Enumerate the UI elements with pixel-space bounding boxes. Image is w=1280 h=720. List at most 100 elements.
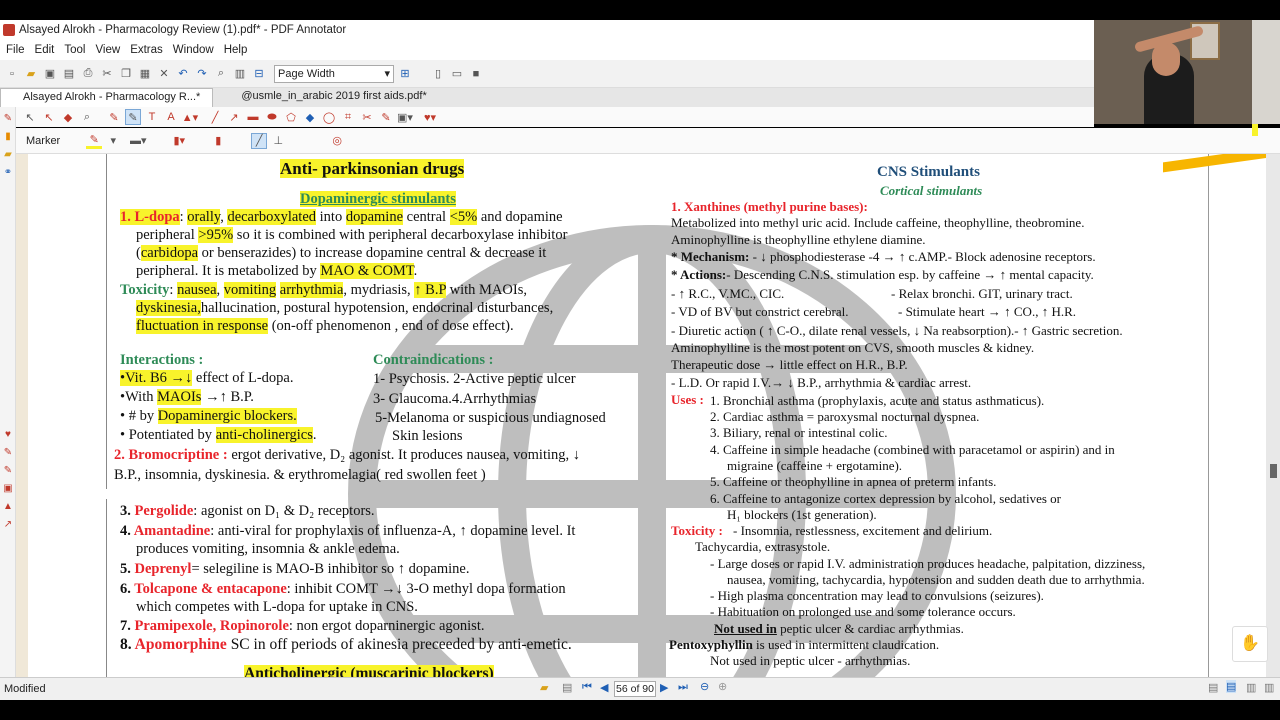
favorite-icon[interactable]: ♥▾ — [422, 109, 438, 125]
use-3: 3. Biliary, renal or intestinal colic. — [710, 425, 888, 440]
document-tabs: Alsayed Alrokh - Pharmacology R...* @usm… — [0, 88, 1094, 107]
prev-page-icon[interactable]: ◀ — [600, 681, 608, 694]
arrow-icon[interactable]: ↗ — [226, 109, 242, 125]
zoom-select[interactable]: Page Width ▾ — [274, 64, 394, 83]
undo-icon[interactable]: ↶ — [175, 66, 191, 82]
floating-hand-button[interactable]: ✋ — [1232, 626, 1268, 662]
save-all-icon[interactable]: ▤ — [61, 66, 77, 82]
use-6b: H₁ blockers (1st generation). — [727, 507, 877, 522]
tab-label: @usmle_in_arabic 2019 first aids.pdf* — [241, 90, 427, 102]
last-page-icon[interactable]: ⏭ — [678, 681, 688, 694]
save-icon[interactable]: ▣ — [42, 66, 58, 82]
page-indicator[interactable]: 56 of 90 — [614, 681, 656, 697]
tab-pharmacology[interactable]: Alsayed Alrokh - Pharmacology R...* — [0, 88, 214, 107]
cut-icon[interactable]: ✂ — [99, 66, 115, 82]
menu-edit[interactable]: Edit — [35, 44, 55, 56]
straight-line-icon[interactable]: ╱ — [251, 132, 268, 149]
menu-extras[interactable]: Extras — [130, 44, 163, 56]
toxicity-line-1: Toxicity: nausea, vomiting arrhythmia, m… — [120, 282, 527, 298]
single-page-icon[interactable]: ▯ — [430, 66, 446, 82]
stamp-icon[interactable]: ▥ — [232, 66, 248, 82]
menu-view[interactable]: View — [95, 44, 120, 56]
bookmark-icon[interactable]: ▮ — [2, 131, 14, 143]
actions-bronchi: - Relax bronchi. GIT, urinary tract. — [891, 286, 1073, 301]
scroll-thumb[interactable] — [1270, 464, 1277, 478]
color-swatch-icon[interactable]: ▮▾ — [171, 133, 187, 149]
picture-icon[interactable]: ▣▾ — [397, 109, 413, 125]
redo-icon[interactable]: ↷ — [194, 66, 210, 82]
pramipexole-line: 7. Pramipexole, Ropinorole: non ergot do… — [120, 618, 485, 634]
status-bar: Modified ▰ ▤ ⏮ ◀ 56 of 90 ▶ ⏭ ⊖ ⊕ ▤ ▤ ▥ … — [0, 677, 1280, 700]
eraser-icon[interactable]: ◆ — [60, 109, 76, 125]
vertical-scrollbar[interactable] — [1266, 154, 1280, 677]
pen-tool-icon[interactable]: ✎ — [106, 109, 122, 125]
snip-icon[interactable]: ✂ — [359, 109, 375, 125]
tab-first-aids[interactable]: @usmle_in_arabic 2019 first aids.pdf* — [213, 88, 438, 107]
eraser-mode-icon[interactable]: ▮ — [210, 133, 226, 149]
binoculars-icon[interactable]: ⌕ — [213, 66, 229, 82]
pointer-icon[interactable]: ↗ — [2, 519, 14, 531]
back-icon[interactable]: ⊖ — [700, 680, 709, 693]
aminophylline-line: Aminophylline is the most potent on CVS,… — [671, 340, 1035, 355]
ldopa-line-4: peripheral. It is metabolized by MAO & C… — [136, 263, 418, 279]
lasso-icon[interactable]: ◯ — [321, 109, 337, 125]
ellipse-icon[interactable]: ⬬ — [264, 109, 280, 125]
deprenyl-line: 5. Deprenyl= selegiline is MAO-B inhibit… — [120, 561, 470, 577]
folder-icon[interactable]: ▰ — [2, 149, 14, 161]
stamp-dropdown-icon[interactable]: ▲▾ — [182, 109, 198, 125]
polygon-icon[interactable]: ⬠ — [283, 109, 299, 125]
next-page-icon[interactable]: ▶ — [660, 681, 668, 694]
zoom-out-icon[interactable]: ⊟ — [251, 66, 267, 82]
window-title: Alsayed Alrokh - Pharmacology Review (1)… — [19, 24, 347, 36]
stamp-tool-icon[interactable]: ▲ — [2, 501, 14, 513]
fullscreen-icon[interactable]: ■ — [468, 66, 484, 82]
snap-icon[interactable]: ⊥ — [270, 133, 286, 149]
chevron-down-icon[interactable]: ▾ — [105, 133, 121, 149]
view-single-icon[interactable]: ▤ — [1208, 681, 1218, 694]
toxicity-5: - Habituation on prolonged use and some … — [710, 604, 1016, 619]
zoom-icon[interactable]: ⌕ — [79, 109, 95, 125]
crop-icon[interactable]: ⌗ — [340, 109, 356, 125]
new-icon[interactable]: ▫ — [4, 66, 20, 82]
print-icon[interactable]: ⎙ — [80, 66, 96, 82]
close-doc-icon[interactable]: ✕ — [156, 66, 172, 82]
text-box-icon[interactable]: T — [144, 109, 160, 125]
menu-file[interactable]: File — [6, 44, 25, 56]
marker-tool-icon[interactable]: ✎ — [125, 109, 141, 125]
first-page-icon[interactable]: ⏮ — [582, 681, 592, 694]
forward-icon[interactable]: ⊕ — [718, 680, 727, 693]
nav-icon[interactable]: ▤ — [562, 681, 572, 694]
actions-diuretic: - Diuretic action ( ↑ C-O., dilate renal… — [671, 323, 1123, 338]
color-picker-icon[interactable]: ✎ — [86, 133, 103, 149]
line-width-icon[interactable]: ▬▾ — [130, 133, 147, 149]
zoom-in-icon[interactable]: ⊞ — [397, 66, 413, 82]
type-icon[interactable]: A — [163, 109, 179, 125]
page-width-icon[interactable]: ▭ — [449, 66, 465, 82]
menu-tool[interactable]: Tool — [64, 44, 85, 56]
copy-icon[interactable]: ❐ — [118, 66, 134, 82]
heart-icon[interactable]: ♥ — [2, 429, 14, 441]
rectangle-icon[interactable]: ▬ — [245, 109, 261, 125]
marker-icon[interactable]: ✎ — [2, 465, 14, 477]
xanthines-line-2: Aminophylline is theophylline ethylene d… — [671, 232, 926, 247]
link-icon[interactable]: ⚭ — [2, 167, 14, 179]
view-book-icon[interactable]: ▥ — [1264, 681, 1274, 694]
menu-window[interactable]: Window — [173, 44, 214, 56]
paste-icon[interactable]: ▦ — [137, 66, 153, 82]
tolcapone-line-1: 6. Tolcapone & entacapone: inhibit COMT … — [120, 581, 566, 597]
cursor-icon[interactable]: ↖ — [22, 109, 38, 125]
view-two-page-icon[interactable]: ▥ — [1246, 681, 1256, 694]
draw-icon[interactable]: ✎ — [378, 109, 394, 125]
open-icon[interactable]: ▰ — [23, 66, 39, 82]
pen-icon[interactable]: ✎ — [2, 113, 14, 125]
image-icon[interactable]: ▣ — [2, 483, 14, 495]
line-icon[interactable]: ╱ — [207, 109, 223, 125]
menu-help[interactable]: Help — [224, 44, 248, 56]
brush-icon[interactable]: ✎ — [2, 447, 14, 459]
view-continuous-icon[interactable]: ▤ — [1226, 680, 1237, 693]
interaction-anticholinergics: • Potentiated by anti-cholinergics. — [120, 427, 317, 443]
tool-properties-bar: Marker ✎ ▾ ▬▾ ▮▾ ▮ ╱ ⊥ ◎ — [16, 128, 1280, 154]
brush-settings-icon[interactable]: ◎ — [329, 133, 345, 149]
eraser-tool-icon[interactable]: ◆ — [302, 109, 318, 125]
select-icon[interactable]: ↖ — [41, 109, 57, 125]
